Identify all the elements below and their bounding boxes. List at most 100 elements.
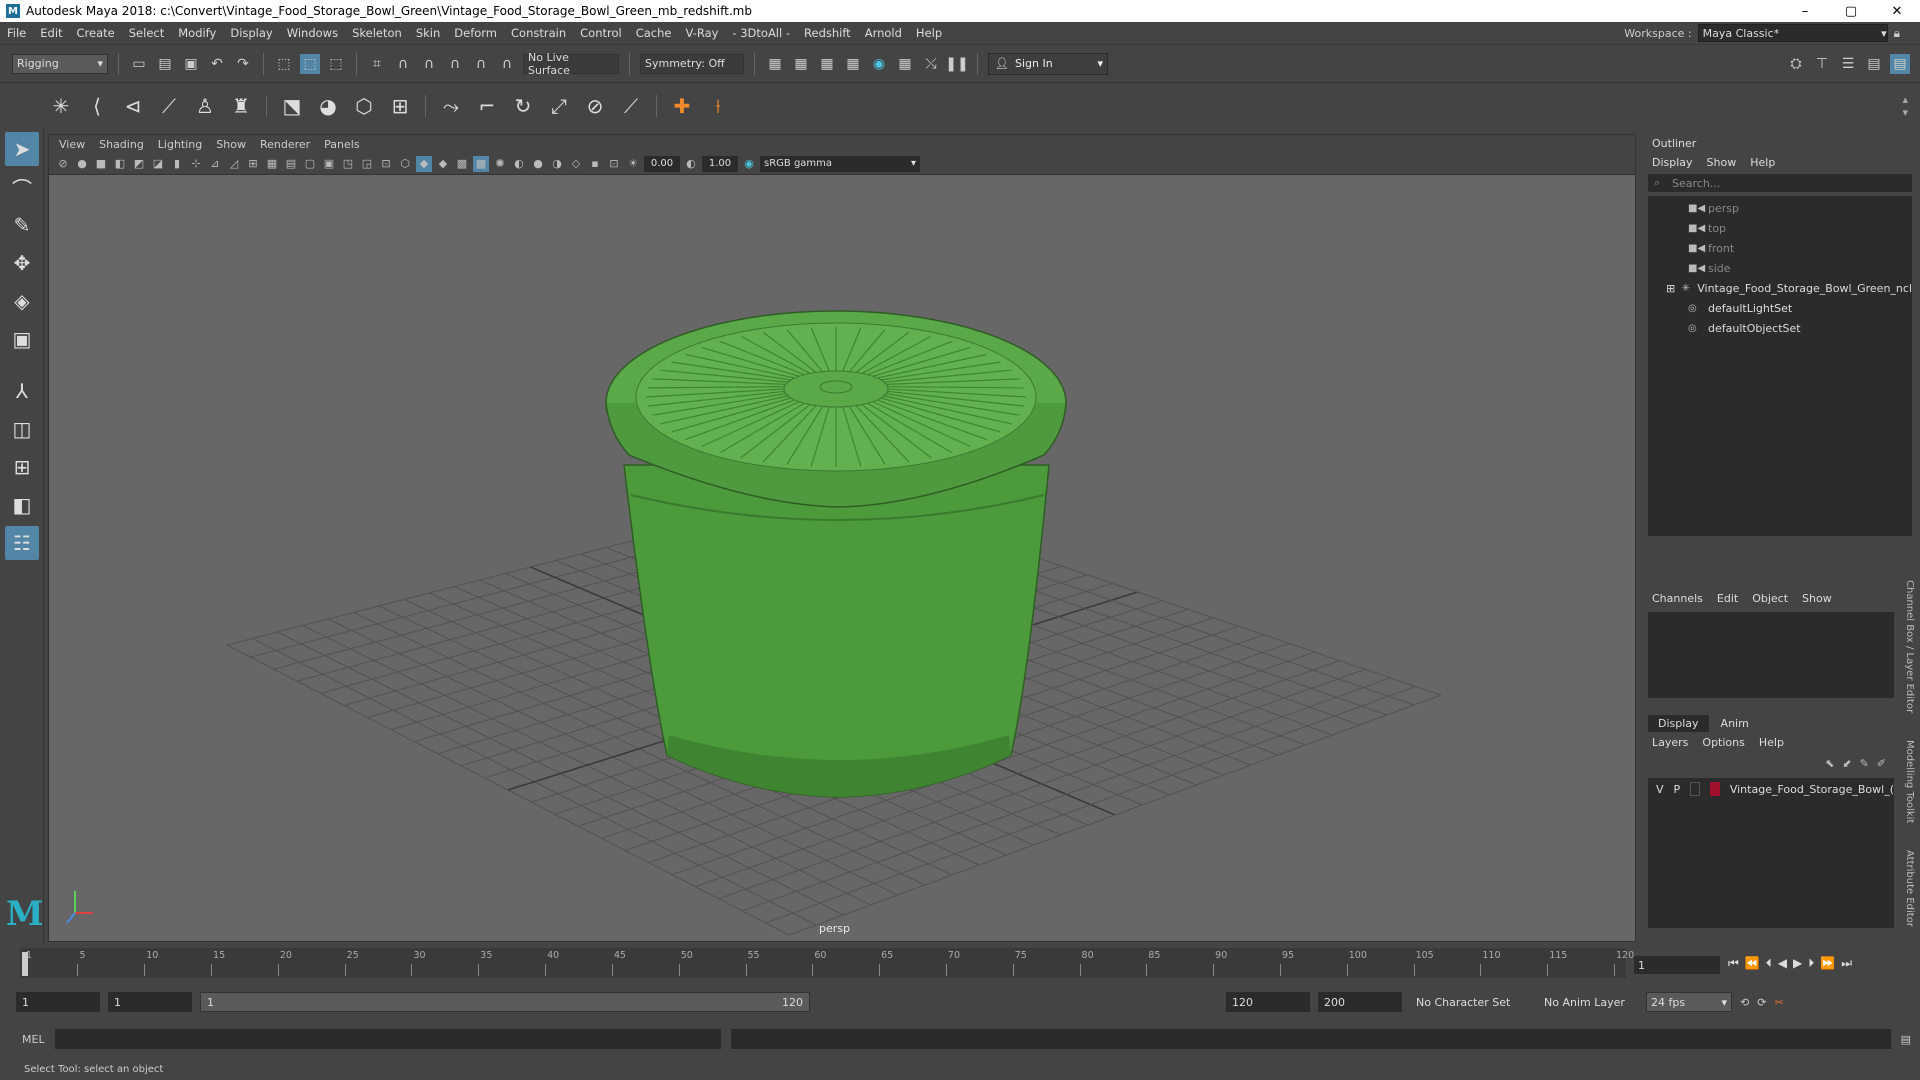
layer-visibility-toggle[interactable]: V bbox=[1656, 783, 1664, 796]
motion-blur-icon[interactable]: ● bbox=[530, 156, 546, 172]
ik-handle-icon[interactable]: ⟨ bbox=[82, 91, 112, 121]
layer-color-swatch[interactable] bbox=[1710, 782, 1720, 796]
film-gate-icon[interactable]: ◪ bbox=[150, 156, 166, 172]
preferences-icon[interactable]: ✂ bbox=[1774, 996, 1783, 1009]
maximize-button[interactable]: ▢ bbox=[1828, 0, 1874, 22]
menu-cache[interactable]: Cache bbox=[629, 26, 679, 40]
rs-ipr-icon[interactable]: ⤯ bbox=[921, 54, 941, 74]
lattice-icon[interactable]: ⊞ bbox=[385, 91, 415, 121]
channel-box-menu-edit[interactable]: Edit bbox=[1717, 592, 1738, 605]
gamma-field[interactable]: 1.00 bbox=[702, 155, 738, 172]
anim-layer-dropdown[interactable]: No Anim Layer bbox=[1538, 992, 1638, 1012]
aim-constraint-icon[interactable]: ⊘ bbox=[580, 91, 610, 121]
locator-constraint-icon[interactable]: ⟊ bbox=[703, 91, 733, 121]
viewport-panel[interactable]: View Shading Lighting Show Renderer Panels ⊘ … bbox=[48, 134, 1636, 942]
outliner-item[interactable]: ■◀ persp bbox=[1648, 198, 1912, 218]
command-input[interactable] bbox=[54, 1029, 721, 1049]
quick-rig-icon[interactable]: ♙ bbox=[190, 91, 220, 121]
image-plane-icon[interactable]: ◧ bbox=[112, 156, 128, 172]
depth-of-field-icon[interactable]: ◇ bbox=[568, 156, 584, 172]
snap-point-icon[interactable]: ∩ bbox=[419, 54, 439, 74]
channel-box-menu-show[interactable]: Show bbox=[1802, 592, 1832, 605]
storage-bowl-mesh[interactable] bbox=[605, 310, 1067, 798]
parent-constraint-icon[interactable]: ⤳ bbox=[436, 91, 466, 121]
viewport-menu-show[interactable]: Show bbox=[216, 138, 246, 151]
select-object-icon[interactable]: ⬚ bbox=[300, 53, 320, 74]
open-scene-icon[interactable]: ▤ bbox=[155, 54, 175, 74]
command-language-label[interactable]: MEL bbox=[22, 1033, 45, 1046]
scale-constraint-icon[interactable]: ⤢ bbox=[544, 91, 574, 121]
outliner-search-input[interactable]: ⌕ Search... bbox=[1648, 174, 1912, 192]
bind-skin-icon[interactable]: ⬔ bbox=[277, 91, 307, 121]
step-back-key-icon[interactable]: ⏪ bbox=[1745, 956, 1760, 971]
use-lights-icon[interactable]: ◳ bbox=[340, 156, 356, 172]
time-ruler[interactable]: 1 5 10 15 20 25 30 35 40 45 50 55 60 65 70 75 80 85 90 95 10… bbox=[20, 948, 1634, 978]
outliner-item[interactable]: ◎ defaultLightSet bbox=[1648, 298, 1912, 318]
select-component-icon[interactable]: ⬚ bbox=[326, 54, 346, 74]
outliner-menu-show[interactable]: Show bbox=[1707, 156, 1737, 169]
menu-constrain[interactable]: Constrain bbox=[504, 26, 573, 40]
viewport-menu-renderer[interactable]: Renderer bbox=[260, 138, 310, 151]
move-layer-down-icon[interactable]: ⬋ bbox=[1842, 757, 1851, 770]
shadows-icon[interactable]: ◲ bbox=[359, 156, 375, 172]
view-transform-dropdown[interactable]: sRGB gamma ▾ bbox=[760, 155, 920, 172]
menu-help[interactable]: Help bbox=[909, 26, 949, 40]
select-tool-icon[interactable]: ➤ bbox=[5, 132, 39, 166]
layer-row[interactable]: V P Vintage_Food_Storage_Bowl_( bbox=[1648, 778, 1894, 800]
orient-constraint-icon[interactable]: ↻ bbox=[508, 91, 538, 121]
paint-weights-icon[interactable]: ◕ bbox=[313, 91, 343, 121]
layer-menu-options[interactable]: Options bbox=[1702, 736, 1744, 749]
modeling-toolkit-icon[interactable]: ⛭ bbox=[1786, 54, 1806, 74]
menu-skeleton[interactable]: Skeleton bbox=[345, 26, 409, 40]
symmetry-dropdown[interactable]: Symmetry: Off bbox=[640, 53, 744, 74]
cluster-icon[interactable]: ⬡ bbox=[349, 91, 379, 121]
exposure-icon[interactable]: ☀ bbox=[625, 156, 641, 172]
move-layer-up-icon[interactable]: ⬉ bbox=[1825, 757, 1834, 770]
layer-type-toggle[interactable] bbox=[1690, 782, 1701, 796]
go-to-start-icon[interactable]: ⏮ bbox=[1728, 956, 1739, 971]
camera-lock-icon[interactable]: ◩ bbox=[131, 156, 147, 172]
wire-on-shaded-icon[interactable]: ◆ bbox=[435, 156, 451, 172]
side-tab-modelling-toolkit[interactable]: Modelling Toolkit bbox=[1904, 740, 1915, 823]
locator-icon[interactable]: ✚ bbox=[667, 91, 697, 121]
xray-active-icon[interactable]: ▩ bbox=[473, 155, 489, 172]
render-view-icon[interactable]: ◉ bbox=[869, 54, 889, 74]
scene-canvas[interactable] bbox=[49, 175, 1635, 941]
hypershade-icon[interactable]: ▦ bbox=[843, 54, 863, 74]
loop-icon[interactable]: ⟲ bbox=[1740, 996, 1749, 1009]
four-view-icon[interactable]: ⊞ bbox=[5, 450, 39, 484]
default-material-icon[interactable]: ▢ bbox=[302, 156, 318, 172]
shelf-scroll-icon[interactable]: ▴ ▾ bbox=[1902, 93, 1908, 119]
outliner-menu-display[interactable]: Display bbox=[1652, 156, 1693, 169]
tool-settings-icon[interactable]: ☰ bbox=[1838, 54, 1858, 74]
gate-mask-icon[interactable]: ⊹ bbox=[188, 156, 204, 172]
fps-dropdown[interactable]: 24 fps ▾ bbox=[1646, 992, 1732, 1012]
textured-icon[interactable]: ▣ bbox=[321, 156, 337, 172]
scene-start-field[interactable]: 1 bbox=[16, 992, 100, 1012]
outliner-layout-icon[interactable]: ☷ bbox=[5, 526, 39, 560]
menu-modify[interactable]: Modify bbox=[171, 26, 223, 40]
current-frame-field[interactable]: 1 bbox=[1634, 956, 1720, 974]
move-tool-icon[interactable]: ✥ bbox=[5, 246, 39, 280]
side-tab-attribute-editor[interactable]: Attribute Editor bbox=[1904, 850, 1915, 927]
menu-set-dropdown[interactable]: Rigging ▾ bbox=[12, 53, 108, 74]
rotate-tool-icon[interactable]: ◈ bbox=[5, 284, 39, 318]
auto-key-icon[interactable]: ⟳ bbox=[1757, 996, 1766, 1009]
channel-box-icon[interactable]: ▤ bbox=[1864, 54, 1884, 74]
step-back-frame-icon[interactable]: ⏴ bbox=[1766, 956, 1772, 971]
hud-icon[interactable]: ▪ bbox=[587, 156, 603, 172]
play-forwards-icon[interactable]: ▶ bbox=[1793, 956, 1802, 971]
viewport-menu-panels[interactable]: Panels bbox=[324, 138, 359, 151]
layer-playback-toggle[interactable]: P bbox=[1674, 783, 1681, 796]
color-management-icon[interactable]: ◉ bbox=[741, 156, 757, 172]
menu-file[interactable]: File bbox=[0, 26, 33, 40]
lock-icon[interactable]: 🔒︎ bbox=[1894, 26, 1900, 41]
smooth-shade-icon[interactable]: ▤ bbox=[283, 156, 299, 172]
new-layer-selected-icon[interactable]: ✐ bbox=[1877, 757, 1886, 770]
lasso-tool-icon[interactable]: ⌒ bbox=[5, 170, 39, 204]
menu-display[interactable]: Display bbox=[223, 26, 279, 40]
ambient-occlusion-icon[interactable]: ◐ bbox=[511, 156, 527, 172]
side-tab-channel-box[interactable]: Channel Box / Layer Editor bbox=[1904, 580, 1915, 713]
outliner-item[interactable]: ■◀ side bbox=[1648, 258, 1912, 278]
menu-control[interactable]: Control bbox=[573, 26, 629, 40]
